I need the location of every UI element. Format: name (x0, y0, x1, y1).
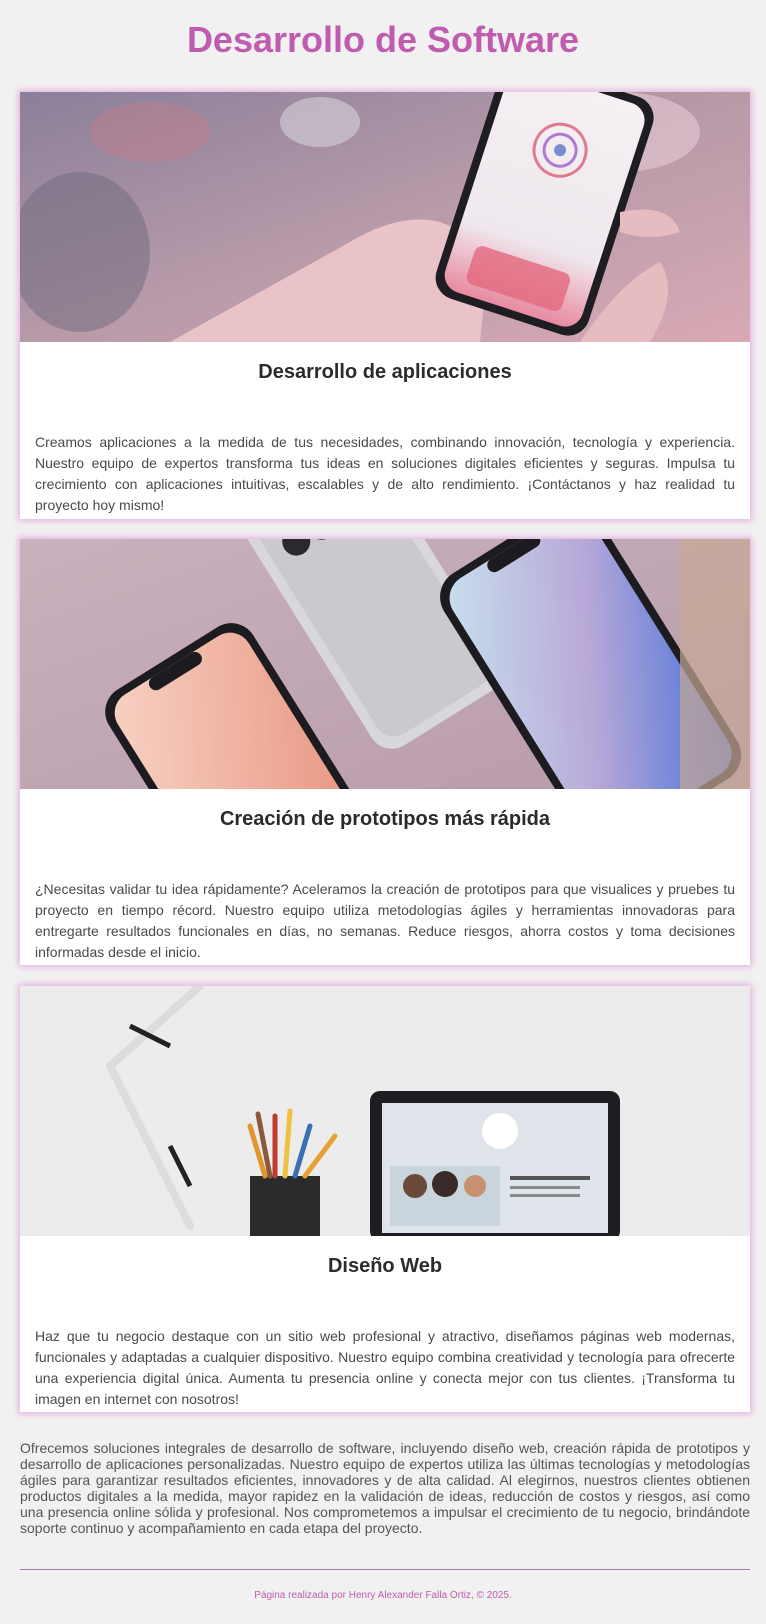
footer-divider (20, 1569, 750, 1570)
card-description: Haz que tu negocio destaque con un sitio… (35, 1328, 735, 1407)
card-image-desk-tablet (20, 986, 750, 1236)
page-title: Desarrollo de Software (186, 19, 580, 60)
footer-credit: Página realizada por Henry Alexander Fal… (254, 1590, 512, 1601)
card-heading: Diseño Web (327, 1255, 443, 1277)
summary-paragraph: Ofrecemos soluciones integrales de desar… (20, 1440, 750, 1536)
card-image-phones (20, 539, 750, 789)
service-card-apps: Desarrollo de aplicaciones Creamos aplic… (20, 92, 750, 519)
service-card-prototypes: Creación de prototipos más rápida ¿Neces… (20, 539, 750, 965)
card-description: ¿Necesitas validar tu idea rápidamente? … (35, 881, 735, 960)
service-card-web-design: Diseño Web Haz que tu negocio destaque c… (20, 986, 750, 1412)
card-description: Creamos aplicaciones a la medida de tus … (35, 434, 735, 513)
card-heading: Desarrollo de aplicaciones (258, 361, 512, 383)
card-heading: Creación de prototipos más rápida (219, 808, 551, 830)
card-image-phone-hand (20, 92, 750, 342)
